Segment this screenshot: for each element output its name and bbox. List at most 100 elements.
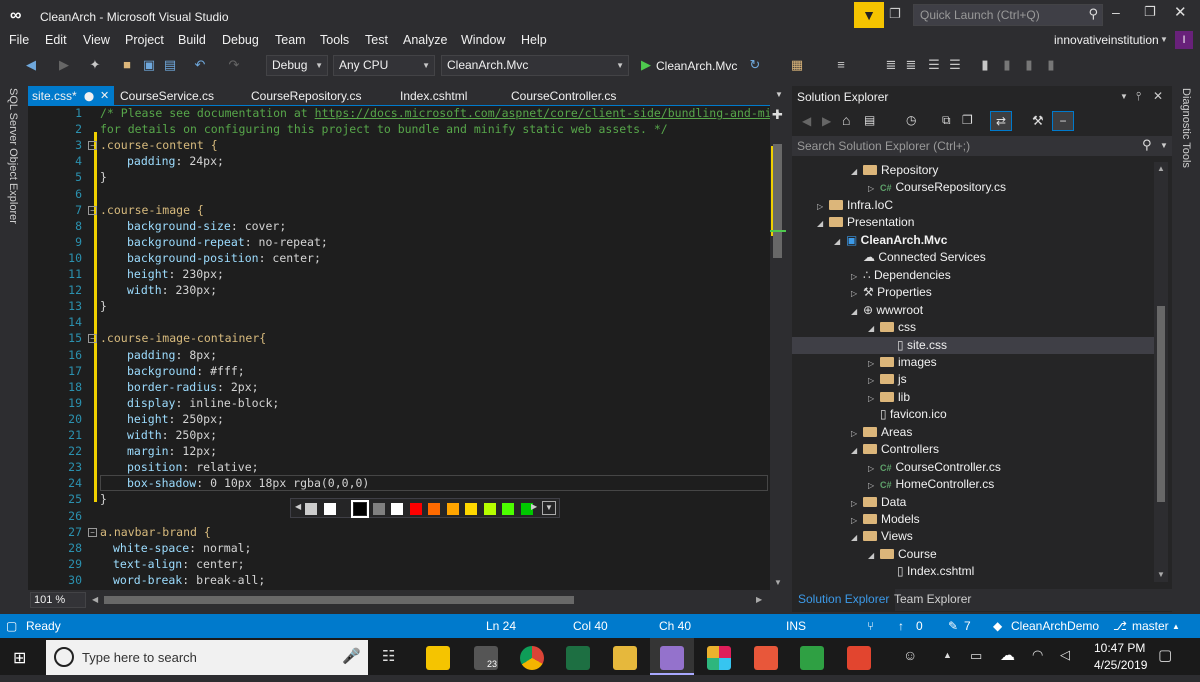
branch-name[interactable]: master	[1132, 619, 1169, 633]
menu-analyze[interactable]: Analyze	[403, 33, 447, 47]
onedrive-icon[interactable]: ☁	[1000, 646, 1015, 664]
chevron-down-icon[interactable]: ▼	[1160, 141, 1168, 150]
tree-item[interactable]: ▷ C# CourseController.cs	[792, 459, 1154, 476]
quick-launch-input[interactable]: Quick Launch (Ctrl+Q) ⚲	[913, 4, 1103, 26]
tree-item[interactable]: ▷ js	[792, 371, 1154, 388]
chevron-down-icon[interactable]: ▼	[1120, 92, 1128, 101]
save-icon[interactable]: ▣	[140, 56, 158, 74]
clock-time[interactable]: 10:47 PM	[1094, 641, 1145, 655]
code-line[interactable]: width: 250px;	[127, 428, 217, 442]
save-all-icon[interactable]: ▤	[161, 56, 179, 74]
code-line[interactable]: height: 230px;	[127, 267, 224, 281]
office-icon[interactable]	[754, 646, 778, 670]
menu-view[interactable]: View	[83, 33, 110, 47]
close-icon[interactable]: ✕	[1153, 89, 1163, 103]
camtasia-icon[interactable]	[800, 646, 824, 670]
new-project-icon[interactable]: ✦	[86, 56, 104, 74]
swatch-prev-icon[interactable]: ◀	[295, 502, 301, 511]
collapsed-arrow-icon[interactable]: ▷	[868, 180, 880, 197]
tree-item[interactable]: ◢ Course	[792, 546, 1154, 563]
tree-item[interactable]: ▷ Models	[792, 511, 1154, 528]
code-line[interactable]: background: #fff;	[127, 364, 245, 378]
pencil-icon[interactable]: ✎	[948, 619, 958, 633]
menu-debug[interactable]: Debug	[222, 33, 259, 47]
code-line[interactable]: /* Please see documentation at https://d…	[100, 106, 770, 120]
code-line[interactable]: display: inline-block;	[127, 396, 279, 410]
collapsed-arrow-icon[interactable]: ▷	[851, 425, 863, 442]
color-swatch[interactable]	[465, 503, 477, 515]
menu-file[interactable]: File	[9, 33, 29, 47]
minimize-button[interactable]: –	[1112, 4, 1132, 24]
chevron-up-icon[interactable]: ▲	[943, 650, 952, 660]
fold-toggle-icon[interactable]: −	[88, 527, 97, 537]
tab-course-controller[interactable]: CourseController.cs	[511, 86, 616, 106]
snagit-icon[interactable]	[847, 646, 871, 670]
startup-project-select[interactable]: CleanArch.Mvc ▼	[441, 55, 629, 76]
tree-item[interactable]: ▷ Infra.IoC	[792, 197, 1154, 214]
tree-item[interactable]: ▷ lib	[792, 389, 1154, 406]
color-swatch[interactable]	[391, 503, 403, 515]
color-swatch[interactable]	[323, 503, 336, 515]
menu-test[interactable]: Test	[365, 33, 388, 47]
code-line[interactable]: a.navbar-brand {	[100, 525, 211, 539]
scroll-right-icon[interactable]: ▶	[756, 595, 762, 604]
editor-vertical-scrollbar[interactable]: ▲ ▼	[770, 106, 786, 590]
prev-bookmark-icon[interactable]: ▮	[998, 56, 1016, 74]
code-line[interactable]: .course-content {	[100, 138, 218, 152]
code-line[interactable]: }	[100, 299, 107, 313]
expanded-arrow-icon[interactable]: ◢	[868, 320, 880, 337]
code-line[interactable]: width: 230px;	[127, 283, 217, 297]
tree-item[interactable]: ▷ ⚒ Properties	[792, 284, 1154, 301]
code-line[interactable]: border-radius: 2px;	[127, 380, 259, 394]
code-line[interactable]: margin: 12px;	[127, 444, 217, 458]
tree-item[interactable]: ▯ Index.cshtml	[792, 563, 1154, 580]
close-button[interactable]: ✕	[1174, 3, 1194, 23]
mail-icon[interactable]: 23	[474, 646, 498, 670]
tree-item[interactable]: ◢ Presentation	[792, 214, 1154, 231]
expanded-arrow-icon[interactable]: ◢	[851, 163, 863, 180]
collapsed-arrow-icon[interactable]: ▷	[868, 355, 880, 372]
scroll-thumb[interactable]	[1157, 306, 1165, 502]
configuration-select[interactable]: Debug ▼	[266, 55, 328, 76]
bookmark-icon[interactable]: ▮	[976, 56, 994, 74]
properties-wrench-icon[interactable]: ⚒	[1032, 113, 1044, 129]
notifications-icon[interactable]: ▢	[1158, 646, 1172, 664]
menu-tools[interactable]: Tools	[320, 33, 349, 47]
collapsed-arrow-icon[interactable]: ▷	[868, 372, 880, 389]
tree-item[interactable]: ▷ ∴ Dependencies	[792, 267, 1154, 284]
collapse-all-icon[interactable]: ⧉	[942, 113, 951, 128]
microphone-icon[interactable]: 🎤	[342, 647, 361, 665]
collapsed-arrow-icon[interactable]: ▷	[868, 477, 880, 494]
expanded-arrow-icon[interactable]: ◢	[851, 529, 863, 546]
chevron-up-icon[interactable]: ▲	[1172, 622, 1180, 631]
forward-icon[interactable]: ▶	[55, 56, 73, 74]
collapsed-arrow-icon[interactable]: ▷	[851, 285, 863, 302]
documentation-link[interactable]: https://docs.microsoft.com/aspnet/core/c…	[315, 106, 770, 120]
tree-item[interactable]: ▷ C# HomeController.cs	[792, 476, 1154, 493]
color-swatch[interactable]	[409, 503, 422, 515]
horizontal-scroll-thumb[interactable]	[104, 596, 574, 604]
expanded-arrow-icon[interactable]: ◢	[834, 233, 846, 250]
code-line[interactable]: background-position: center;	[127, 251, 321, 265]
output-icon[interactable]: ▢	[6, 619, 17, 633]
code-line[interactable]: padding: 24px;	[127, 154, 224, 168]
slack-icon[interactable]	[707, 646, 731, 670]
tree-item[interactable]: ▷ Areas	[792, 424, 1154, 441]
file-explorer-icon[interactable]	[426, 646, 450, 670]
tree-item[interactable]: ▯ site.css	[792, 336, 1154, 354]
user-name[interactable]: innovativeinstitution	[1054, 33, 1159, 47]
browser-link-icon[interactable]: ▦	[788, 56, 806, 74]
code-line[interactable]: white-space: normal;	[113, 541, 251, 555]
collapsed-arrow-icon[interactable]: ▷	[868, 390, 880, 407]
platform-select[interactable]: Any CPU ▼	[333, 55, 435, 76]
fold-toggle-icon[interactable]: −	[88, 141, 97, 151]
clear-bookmarks-icon[interactable]: ▮	[1042, 56, 1060, 74]
unpushed-count[interactable]: 0	[916, 619, 923, 633]
next-bookmark-icon[interactable]: ▮	[1020, 56, 1038, 74]
collapsed-arrow-icon[interactable]: ▷	[868, 460, 880, 477]
refresh-icon[interactable]: ↻	[746, 56, 764, 74]
tab-overflow-icon[interactable]: ▼	[775, 90, 783, 99]
tree-item[interactable]: ▷ C# CourseRepository.cs	[792, 179, 1154, 196]
color-swatch[interactable]	[372, 503, 385, 515]
copy-icon[interactable]: ❐	[962, 113, 973, 127]
